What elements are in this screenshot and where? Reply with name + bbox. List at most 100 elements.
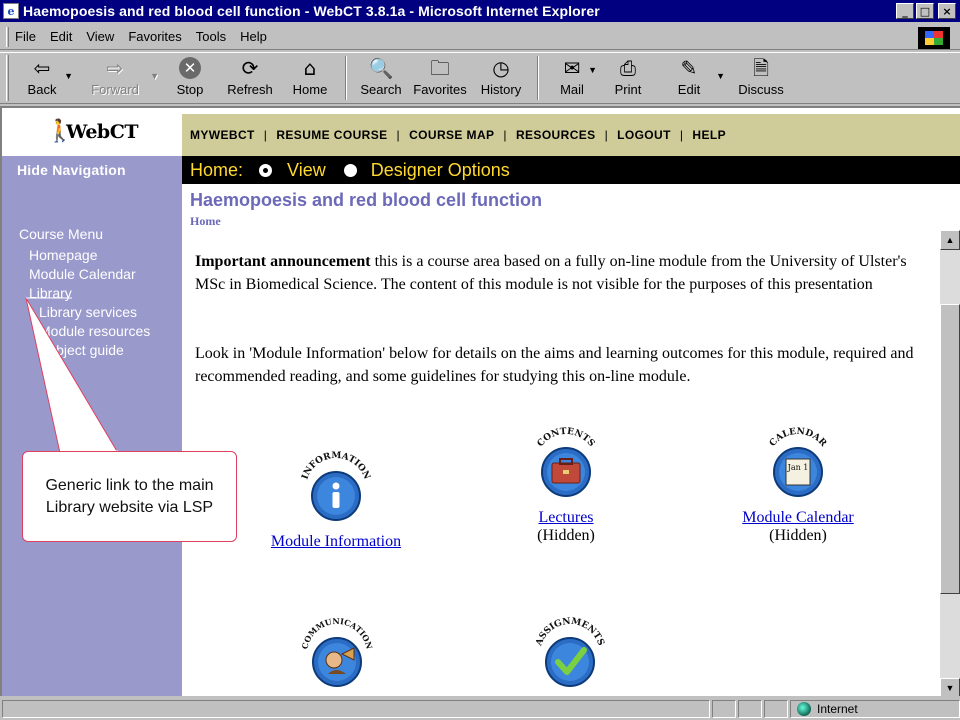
status-cell-blank — [764, 700, 788, 718]
favorites-folder-icon: 🗀 — [430, 56, 450, 80]
mail-dropdown-icon[interactable]: ▼ — [588, 65, 597, 75]
webct-man-icon: 🚶 — [46, 119, 74, 144]
history-clock-icon: ◷ — [492, 56, 510, 80]
sidebar-item-module-resources[interactable]: Module resources — [39, 323, 150, 339]
search-button[interactable]: 🔍 Search — [353, 53, 409, 101]
edit-pencil-icon: ✎ — [680, 56, 698, 80]
sidebar-item-module-calendar[interactable]: Module Calendar — [29, 266, 136, 282]
view-radio-label[interactable]: View — [287, 160, 326, 181]
menu-edit[interactable]: Edit — [50, 29, 72, 44]
scroll-down-button[interactable]: ▼ — [940, 678, 960, 696]
status-cell-blank — [712, 700, 736, 718]
communication-badge-icon: COMMUNICATION — [299, 616, 375, 687]
back-dropdown-icon[interactable]: ▼ — [64, 71, 73, 81]
nav-resume-course[interactable]: RESUME COURSE — [276, 128, 387, 142]
windows-logo-icon — [918, 27, 950, 49]
page-title: Haemopoesis and red blood cell function — [190, 190, 543, 210]
lectures-link[interactable]: Lectures — [496, 509, 636, 527]
maximize-button[interactable]: □ — [916, 3, 934, 19]
browser-toolbar: ⇦ Back ▼ ⇨ Forward ▼ ✕ Stop ⟳ Refresh ⌂ … — [0, 52, 960, 104]
discuss-document-icon: 🗎 — [752, 56, 770, 80]
menu-file[interactable]: File — [15, 29, 36, 44]
sidebar-item-library[interactable]: Library — [29, 285, 72, 301]
forward-arrow-icon: ⇨ — [106, 56, 124, 80]
home-icon: ⌂ — [303, 56, 317, 80]
forward-dropdown-icon[interactable]: ▼ — [150, 71, 159, 81]
forward-button[interactable]: ⇨ Forward ▼ — [79, 53, 159, 101]
home-label: Home: — [190, 159, 244, 180]
menu-tools[interactable]: Tools — [196, 29, 226, 44]
edit-button[interactable]: ✎ Edit ▼ — [657, 53, 725, 101]
nav-resources[interactable]: RESOURCES — [516, 128, 596, 142]
toolbar-grip-handle[interactable] — [6, 55, 9, 101]
mail-icon: ✉ — [563, 56, 581, 80]
scroll-thumb[interactable] — [940, 304, 960, 594]
sidebar-item-library-services[interactable]: Library services — [39, 304, 137, 320]
sidebar-item-homepage[interactable]: Homepage — [29, 247, 98, 263]
history-button[interactable]: ◷ History — [471, 53, 531, 101]
internet-globe-icon — [797, 702, 811, 716]
security-zone-cell: Internet — [790, 700, 960, 718]
module-information-link[interactable]: Module Information — [256, 533, 416, 551]
window-title: Haemopoesis and red blood cell function … — [23, 3, 600, 19]
tool-assignments[interactable]: ASSIGNMENTS — [530, 608, 610, 696]
menu-favorites[interactable]: Favorites — [128, 29, 181, 44]
tool-module-calendar[interactable]: CALENDAR Jan 1 Module Calendar (Hidden) — [728, 418, 868, 545]
status-bar: Internet — [0, 698, 960, 720]
contents-badge-icon: CONTENTS — [536, 427, 596, 497]
hide-navigation-link[interactable]: Hide Navigation — [17, 162, 126, 178]
contents-badge-text: CONTENTS — [536, 427, 596, 449]
tool-lectures[interactable]: CONTENTS Lectures (Hidden) — [496, 418, 636, 545]
mail-button[interactable]: ✉ Mail ▼ — [545, 53, 599, 101]
home-view-bar: Home: View Designer Options — [182, 156, 960, 184]
minimize-button[interactable]: _ — [896, 3, 914, 19]
favorites-button[interactable]: 🗀 Favorites — [409, 53, 471, 101]
vertical-scrollbar[interactable]: ▲ ▼ — [940, 230, 960, 696]
breadcrumb[interactable]: Home — [190, 214, 221, 229]
lectures-hidden-status: (Hidden) — [537, 527, 595, 544]
window-controls: _ □ × — [894, 3, 956, 19]
refresh-button[interactable]: ⟳ Refresh — [219, 53, 281, 101]
nav-separator: | — [263, 128, 268, 142]
assignments-badge-icon: ASSIGNMENTS — [534, 617, 606, 687]
nav-help[interactable]: HELP — [692, 128, 726, 142]
view-radio[interactable] — [259, 163, 273, 177]
browser-viewport: 🚶 WebCT MYWEBCT | RESUME COURSE | COURSE… — [0, 106, 960, 696]
menu-view[interactable]: View — [86, 29, 114, 44]
nav-logout[interactable]: LOGOUT — [617, 128, 671, 142]
announcement-paragraph: Important announcement this is a course … — [195, 250, 920, 296]
webct-logo[interactable]: 🚶 WebCT — [2, 108, 182, 156]
print-button[interactable]: ⎙ Print — [599, 53, 657, 101]
nav-course-map[interactable]: COURSE MAP — [409, 128, 494, 142]
nav-separator: | — [503, 128, 507, 142]
webct-top-navigation: MYWEBCT | RESUME COURSE | COURSE MAP | R… — [182, 114, 960, 156]
stop-button[interactable]: ✕ Stop — [161, 53, 219, 101]
menu-help[interactable]: Help — [240, 29, 267, 44]
toolbar-separator — [537, 56, 539, 100]
designer-options-label[interactable]: Designer Options — [371, 160, 510, 181]
close-button[interactable]: × — [938, 3, 956, 19]
toolbar-separator — [345, 56, 347, 100]
edit-dropdown-icon[interactable]: ▼ — [716, 71, 725, 81]
status-text-cell — [2, 700, 710, 718]
course-homepage-frame: Important announcement this is a course … — [182, 230, 940, 696]
tool-communication[interactable]: COMMUNICATION — [297, 608, 377, 696]
nav-separator: | — [604, 128, 609, 142]
module-calendar-link[interactable]: Module Calendar — [728, 509, 868, 527]
nav-mywebct[interactable]: MYWEBCT — [190, 128, 255, 142]
sidebar-item-subject-guide[interactable]: Subject guide — [39, 342, 124, 358]
nav-separator: | — [396, 128, 401, 142]
back-button[interactable]: ⇦ Back ▼ — [15, 53, 73, 101]
nav-separator: | — [679, 128, 684, 142]
module-info-paragraph: Look in 'Module Information' below for d… — [195, 345, 914, 385]
scroll-up-button[interactable]: ▲ — [940, 230, 960, 250]
tool-module-information[interactable]: INFORMATION Module Information — [256, 442, 416, 551]
discuss-button[interactable]: 🗎 Discuss — [731, 53, 791, 101]
window-titlebar: e Haemopoesis and red blood cell functio… — [0, 0, 960, 22]
designer-options-radio[interactable] — [343, 163, 357, 177]
calendar-date-text: Jan 1 — [787, 463, 809, 472]
menu-grip-handle[interactable] — [6, 26, 9, 47]
ie-page-icon: e — [3, 3, 19, 19]
printer-icon: ⎙ — [620, 56, 636, 80]
home-button[interactable]: ⌂ Home — [281, 53, 339, 101]
